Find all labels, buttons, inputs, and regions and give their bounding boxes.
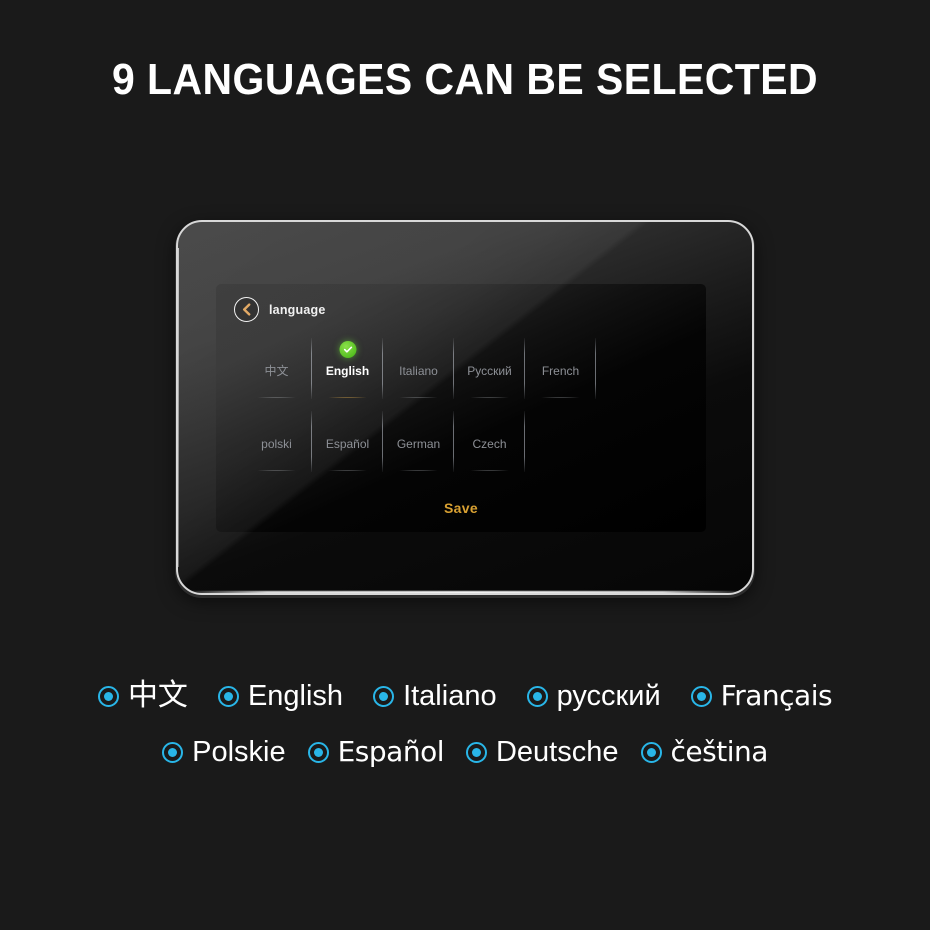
cell-separator <box>595 338 596 399</box>
legend-item-english[interactable]: English <box>217 679 344 712</box>
radio-icon <box>162 741 184 763</box>
cell-underline <box>397 397 440 398</box>
legend-row: Polskie Español Deutsche čeština <box>0 724 930 780</box>
legend-label: Italiano <box>403 679 497 712</box>
legend-label: Español <box>337 735 445 768</box>
legend-item-russkiy[interactable]: русский <box>526 679 661 712</box>
radio-icon <box>373 685 395 707</box>
check-circle-icon <box>339 341 356 358</box>
radio-icon <box>307 741 329 763</box>
cell-underline <box>255 470 298 471</box>
legend-item-deutsche[interactable]: Deutsche <box>465 735 619 768</box>
legend-item-zhongwen[interactable]: 中文 <box>97 678 188 713</box>
back-button[interactable] <box>234 297 259 322</box>
legend-label: Français <box>720 679 833 712</box>
cell-underline <box>397 470 440 471</box>
radio-icon <box>465 741 487 763</box>
cell-underline <box>326 397 369 398</box>
language-cell-label: French <box>541 363 580 378</box>
device-frame: language 中文 English Italiano Русский Fre… <box>176 220 754 595</box>
cell-underline <box>539 397 582 398</box>
save-button[interactable]: Save <box>216 500 706 516</box>
language-cell-empty <box>525 407 596 480</box>
legend-item-polskie[interactable]: Polskie <box>162 735 286 768</box>
frame-left-rim <box>178 248 179 567</box>
language-cell-polski[interactable]: polski <box>241 407 312 480</box>
language-cell-label: Czech <box>472 436 507 451</box>
language-cell-french[interactable]: French <box>525 334 596 407</box>
radio-icon <box>97 685 119 707</box>
language-cell-german[interactable]: German <box>383 407 454 480</box>
language-cell-russian[interactable]: Русский <box>454 334 525 407</box>
device-mockup: language 中文 English Italiano Русский Fre… <box>176 220 754 595</box>
legend-item-cestina[interactable]: čeština <box>640 735 769 768</box>
frame-bottom-rim <box>190 591 740 593</box>
language-cell-label: Italiano <box>399 363 438 378</box>
chevron-left-icon <box>241 303 252 316</box>
language-legend: 中文 English Italiano русский Français Pol… <box>0 668 930 780</box>
radio-icon <box>526 685 548 707</box>
screen-header: language <box>234 297 325 322</box>
legend-item-espanol[interactable]: Español <box>307 735 445 768</box>
language-row: 中文 English Italiano Русский French <box>241 334 681 407</box>
language-cell-label: Русский <box>467 363 512 378</box>
radio-icon <box>217 685 239 707</box>
language-cell-label: polski <box>261 436 292 451</box>
cell-underline <box>326 470 369 471</box>
legend-label: Polskie <box>192 735 286 768</box>
page-root: 9 LANGUAGES CAN BE SELECTED language 中文 … <box>0 0 930 930</box>
legend-row: 中文 English Italiano русский Français <box>0 668 930 724</box>
page-title: 9 LANGUAGES CAN BE SELECTED <box>111 55 818 104</box>
language-cell-english[interactable]: English <box>312 334 383 407</box>
language-cell-czech[interactable]: Czech <box>454 407 525 480</box>
language-row: polski Español German Czech <box>241 407 681 480</box>
language-cell-espanol[interactable]: Español <box>312 407 383 480</box>
legend-label: русский <box>556 679 661 712</box>
legend-label: čeština <box>670 735 769 768</box>
legend-item-italiano[interactable]: Italiano <box>373 679 497 712</box>
cell-underline <box>468 397 511 398</box>
radio-icon <box>640 741 662 763</box>
screen-title: language <box>269 302 326 317</box>
radio-icon <box>690 685 712 707</box>
legend-label: Deutsche <box>495 735 619 768</box>
language-cell-label: English <box>325 363 370 378</box>
cell-underline <box>255 397 298 398</box>
cell-underline <box>468 470 511 471</box>
language-cell-label: Español <box>325 436 370 451</box>
language-cell-label: German <box>396 436 441 451</box>
language-cell-zhongwen[interactable]: 中文 <box>241 334 312 407</box>
language-cell-italiano[interactable]: Italiano <box>383 334 454 407</box>
language-cell-label: 中文 <box>264 364 289 378</box>
legend-label: 中文 <box>127 678 188 713</box>
language-grid: 中文 English Italiano Русский French polsk… <box>241 334 681 480</box>
legend-item-francais[interactable]: Français <box>690 679 833 712</box>
legend-label: English <box>247 679 344 712</box>
device-screen: language 中文 English Italiano Русский Fre… <box>216 284 706 532</box>
